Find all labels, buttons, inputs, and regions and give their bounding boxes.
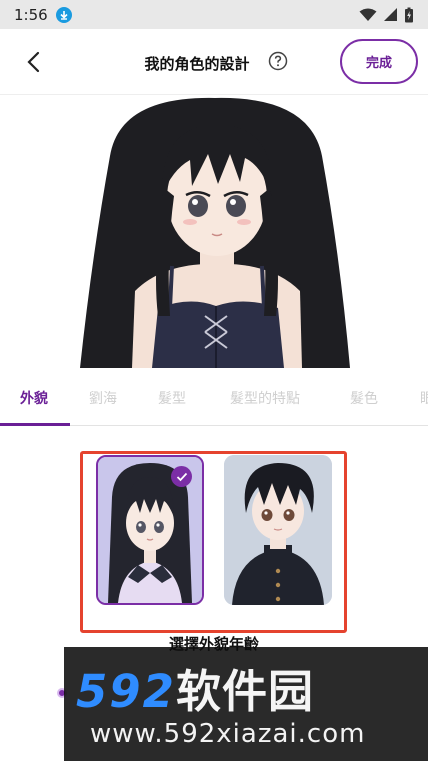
watermark-brand: 软件园 — [175, 665, 314, 718]
watermark-banner: 592软件园 www.592xiazai.com — [64, 647, 428, 761]
signal-icon — [384, 7, 397, 21]
watermark-number: 592 — [76, 665, 176, 718]
character-preview — [40, 96, 390, 368]
status-time: 1:56 — [14, 5, 48, 24]
tab-hairstyle[interactable]: 髮型 — [158, 388, 186, 408]
app-screen: 1:56 我的角色的設計 完成 外貌 劉海 髮型 髮型的特點 髮色 眼 選擇外貌… — [0, 0, 428, 761]
header: 我的角色的設計 完成 — [0, 29, 428, 95]
wifi-icon — [359, 8, 377, 21]
status-indicators — [359, 7, 414, 23]
category-tabs: 外貌 劉海 髮型 髮型的特點 髮色 眼 — [0, 378, 428, 426]
tab-hair-color[interactable]: 髮色 — [350, 388, 378, 408]
tab-bangs[interactable]: 劉海 — [89, 388, 117, 408]
male-avatar-image — [224, 455, 332, 605]
help-icon[interactable] — [268, 51, 288, 71]
appearance-option-male[interactable] — [224, 455, 332, 605]
battery-icon — [405, 7, 413, 22]
status-bar: 1:56 — [0, 0, 428, 29]
active-tab-indicator — [0, 423, 70, 426]
tab-hair-features[interactable]: 髮型的特點 — [230, 388, 300, 408]
tab-appearance[interactable]: 外貌 — [20, 388, 48, 408]
tab-eyes[interactable]: 眼 — [420, 388, 428, 408]
done-button[interactable]: 完成 — [340, 39, 418, 84]
download-icon — [55, 6, 72, 23]
watermark-url: www.592xiazai.com — [90, 719, 366, 749]
selected-check-icon — [171, 466, 192, 487]
watermark-logo: 592软件园 — [76, 655, 314, 720]
character-illustration — [80, 97, 350, 368]
